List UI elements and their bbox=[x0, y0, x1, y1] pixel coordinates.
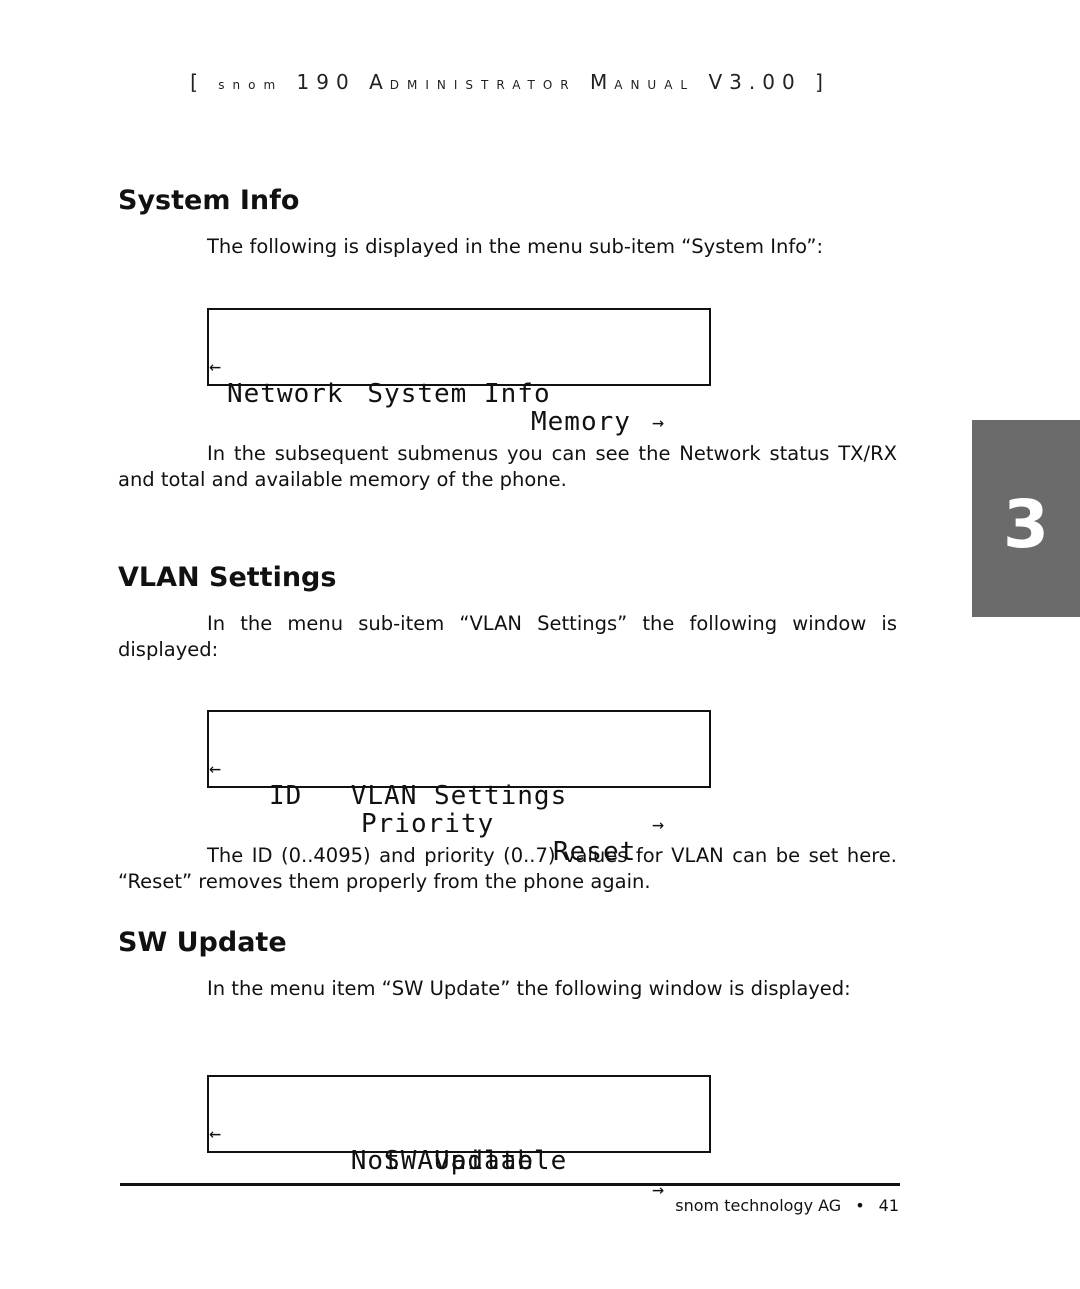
vlan-description-text: The ID (0..4095) and priority (0..7) val… bbox=[118, 844, 897, 893]
section-heading-sw-update: SW Update bbox=[118, 927, 287, 958]
right-arrow-icon: → bbox=[651, 812, 665, 836]
header-open-bracket: [ bbox=[190, 70, 205, 94]
running-header: [ snom 190 Administrator Manual V3.00 ] bbox=[0, 70, 1020, 94]
header-word2-initial: M bbox=[589, 70, 615, 94]
header-version: V3.00 bbox=[708, 70, 802, 94]
lcd-options-row: Network Memory bbox=[209, 352, 709, 436]
vlan-description: The ID (0..4095) and priority (0..7) val… bbox=[118, 843, 897, 895]
lcd-option-id: ID bbox=[269, 781, 303, 811]
lcd-vlan-settings: ← VLAN Settings → ID Priority Reset bbox=[207, 710, 711, 866]
vlan-intro: In the menu sub-item “VLAN Settings” the… bbox=[118, 611, 897, 663]
right-arrow-icon: → bbox=[651, 1177, 665, 1201]
page-footer: snom technology AG • 41 bbox=[675, 1196, 899, 1215]
vlan-intro-text: In the menu sub-item “VLAN Settings” the… bbox=[118, 612, 897, 661]
lcd-sw-update: ← SW Update → Not Available bbox=[207, 1075, 711, 1201]
lcd-options-row: ID Priority Reset bbox=[209, 754, 709, 866]
lcd-option-network: Network bbox=[227, 379, 344, 409]
footer-bullet: • bbox=[855, 1196, 865, 1215]
header-brand: snom bbox=[218, 78, 284, 92]
sw-update-intro: In the menu item “SW Update” the followi… bbox=[118, 976, 897, 1002]
footer-divider bbox=[120, 1183, 900, 1186]
lcd-option-priority: Priority bbox=[361, 809, 495, 839]
page-number: 41 bbox=[878, 1196, 899, 1215]
lcd-title-row: ← System Info → bbox=[209, 324, 709, 434]
header-close-bracket: ] bbox=[815, 70, 830, 94]
system-info-intro: The following is displayed in the menu s… bbox=[118, 234, 897, 260]
lcd-status: Not Available bbox=[350, 1146, 568, 1176]
lcd-title-row: ← VLAN Settings → bbox=[209, 726, 709, 836]
system-info-description-text: In the subsequent submenus you can see t… bbox=[118, 442, 897, 491]
lcd-option-memory: Memory bbox=[531, 407, 631, 437]
system-info-intro-text: The following is displayed in the menu s… bbox=[207, 235, 824, 258]
section-heading-vlan-settings: VLAN Settings bbox=[118, 562, 337, 593]
header-word1-rest: dministrator bbox=[389, 78, 577, 92]
chapter-tab: 3 bbox=[972, 420, 1080, 617]
section-heading-system-info: System Info bbox=[118, 185, 300, 216]
lcd-title-row: ← SW Update → bbox=[209, 1091, 709, 1201]
header-word2-rest: anual bbox=[614, 78, 696, 92]
chapter-number: 3 bbox=[1003, 486, 1049, 563]
footer-company: snom technology AG bbox=[675, 1196, 842, 1215]
lcd-system-info: ← System Info → Network Memory bbox=[207, 308, 711, 436]
header-model: 190 bbox=[296, 70, 356, 94]
right-arrow-icon: → bbox=[651, 410, 665, 434]
sw-update-intro-text: In the menu item “SW Update” the followi… bbox=[207, 977, 851, 1000]
system-info-description: In the subsequent submenus you can see t… bbox=[118, 441, 897, 493]
lcd-status-row: Not Available bbox=[209, 1119, 709, 1175]
header-word1-initial: A bbox=[369, 70, 390, 94]
